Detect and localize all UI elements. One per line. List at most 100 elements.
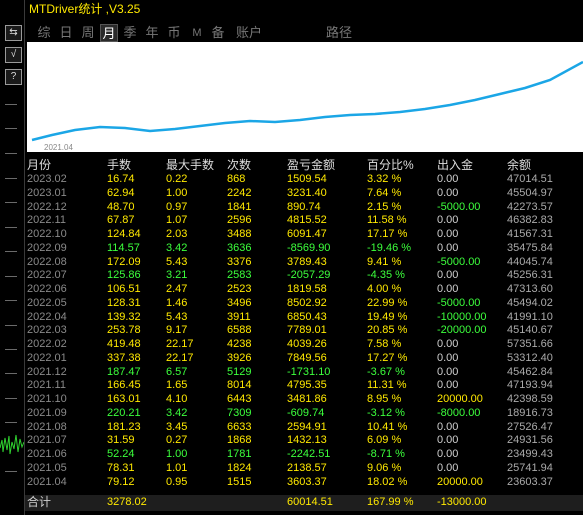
cell-pnl: 8502.92	[287, 296, 327, 309]
cell-month: 2021.05	[27, 461, 67, 474]
cell-percent: -3.12 %	[367, 406, 405, 419]
cell-balance: 24931.56	[507, 434, 553, 447]
cell-month: 2021.06	[27, 448, 67, 460]
cell-month: 2022.02	[27, 338, 67, 350]
cell-lots: 337.38	[107, 351, 141, 364]
cell-flow: -20000.00	[437, 324, 487, 337]
cell-lots: 16.74	[107, 173, 135, 185]
table-row: 2021.04 79.12 0.95 1515 3603.37 18.02 % 20000.…	[25, 476, 583, 489]
cell-month: 2023.02	[27, 173, 67, 185]
table-row: 2022.12 48.70 0.97 1841 890.74 2.15 % -5000.00…	[25, 201, 583, 214]
cell-pnl: -8569.90	[287, 241, 331, 254]
cell-month: 2021.07	[27, 434, 67, 447]
cell-pnl: 6091.47	[287, 228, 327, 240]
table-row: 2022.09 114.57 3.42 3636 -8569.90 -19.46 % 0.0…	[25, 242, 583, 255]
check-icon[interactable]: √	[5, 47, 22, 63]
col-max-lots: 最大手数	[166, 158, 215, 172]
table-row: 2021.06 52.24 1.00 1781 -2242.51 -8.71 % 0.00 2…	[25, 448, 583, 461]
cell-flow: 0.00	[437, 365, 459, 378]
cell-month: 2021.12	[27, 365, 67, 378]
cell-count: 5129	[227, 365, 252, 378]
cell-pnl: -1731.10	[287, 365, 331, 378]
cell-percent: 10.41 %	[367, 420, 408, 433]
cell-max-lots: 0.27	[166, 434, 188, 447]
cell-lots: 31.59	[107, 434, 135, 447]
cell-max-lots: 5.43	[166, 310, 188, 323]
total-pnl: 60014.51	[287, 496, 333, 508]
period-tabs: 综 日 周 月 季 年 币 M 备 账户 路径	[25, 22, 583, 42]
cell-month: 2022.07	[27, 269, 67, 282]
tab-week[interactable]: 周	[81, 24, 95, 42]
cell-balance: 45494.02	[507, 296, 553, 309]
cell-pnl: 1819.58	[287, 283, 327, 295]
cell-max-lots: 0.95	[166, 475, 188, 488]
cell-balance: 25741.94	[507, 461, 553, 474]
cell-max-lots: 22.17	[166, 351, 194, 364]
tab-quarter[interactable]: 季	[123, 24, 137, 42]
tab-summary[interactable]: 综	[37, 24, 51, 42]
cell-flow: 0.00	[437, 448, 459, 460]
col-flow: 出入金	[437, 158, 474, 172]
cell-pnl: 2138.57	[287, 461, 327, 474]
cell-pnl: -2057.29	[287, 269, 331, 282]
cell-lots: 220.21	[107, 406, 141, 419]
table-row: 2021.12 187.47 6.57 5129 -1731.10 -3.67 % 0.00…	[25, 366, 583, 379]
swap-icon[interactable]: ⇆	[5, 25, 22, 41]
cell-lots: 128.31	[107, 296, 141, 309]
tab-path[interactable]: 路径	[325, 24, 353, 42]
cell-flow: 0.00	[437, 173, 459, 185]
cell-month: 2022.04	[27, 310, 67, 323]
tab-notes[interactable]: 备	[211, 24, 225, 42]
cell-month: 2022.05	[27, 296, 67, 309]
cell-pnl: -609.74	[287, 406, 325, 419]
cell-lots: 253.78	[107, 324, 141, 337]
cell-count: 1841	[227, 200, 252, 213]
cell-lots: 124.84	[107, 228, 141, 240]
cell-count: 1868	[227, 434, 252, 447]
total-percent: 167.99 %	[367, 496, 414, 508]
tab-day[interactable]: 日	[59, 24, 73, 42]
tab-currency[interactable]: 币	[167, 24, 181, 42]
cell-month: 2021.09	[27, 406, 67, 419]
cell-flow: -8000.00	[437, 406, 481, 419]
cell-flow: 0.00	[437, 228, 459, 240]
cell-flow: 0.00	[437, 351, 459, 364]
cell-flow: 0.00	[437, 214, 459, 227]
cell-lots: 419.48	[107, 338, 141, 350]
cell-count: 1781	[227, 448, 252, 460]
cell-count: 6588	[227, 324, 252, 337]
cell-percent: 17.27 %	[367, 351, 408, 364]
cell-balance: 42273.57	[507, 200, 553, 213]
cell-pnl: 7849.56	[287, 351, 327, 364]
cell-balance: 46382.83	[507, 214, 553, 227]
total-label: 合计	[27, 495, 52, 509]
col-balance: 余额	[507, 158, 532, 172]
help-icon[interactable]: ?	[5, 69, 22, 85]
cell-count: 6633	[227, 420, 252, 433]
cell-count: 2596	[227, 214, 252, 227]
tab-account[interactable]: 账户	[235, 24, 263, 42]
cell-balance: 42398.59	[507, 393, 553, 405]
col-count: 次数	[227, 158, 252, 172]
col-pnl: 盈亏金额	[287, 158, 336, 172]
cell-month: 2023.01	[27, 186, 67, 199]
cell-count: 4238	[227, 338, 252, 350]
cell-month: 2021.08	[27, 420, 67, 433]
table-row: 2021.07 31.59 0.27 1868 1432.13 6.09 % 0.00 249…	[25, 434, 583, 447]
cell-balance: 45256.31	[507, 269, 553, 282]
cell-max-lots: 4.10	[166, 393, 188, 405]
col-lots: 手数	[107, 158, 132, 172]
cell-balance: 41567.31	[507, 228, 553, 240]
cell-month: 2022.03	[27, 324, 67, 337]
cell-pnl: 3231.40	[287, 186, 327, 199]
cell-pnl: 4039.26	[287, 338, 327, 350]
cell-balance: 27526.47	[507, 420, 553, 433]
cell-lots: 78.31	[107, 461, 135, 474]
table-row: 2023.01 62.94 1.00 2242 3231.40 7.64 % 0.00 455…	[25, 187, 583, 200]
cell-month: 2021.11	[27, 379, 66, 392]
tab-month[interactable]: 月	[100, 24, 118, 42]
cell-percent: 18.02 %	[367, 475, 408, 488]
tab-magic[interactable]: M	[191, 24, 203, 42]
cell-balance: 47193.94	[507, 379, 553, 392]
tab-year[interactable]: 年	[145, 24, 159, 42]
